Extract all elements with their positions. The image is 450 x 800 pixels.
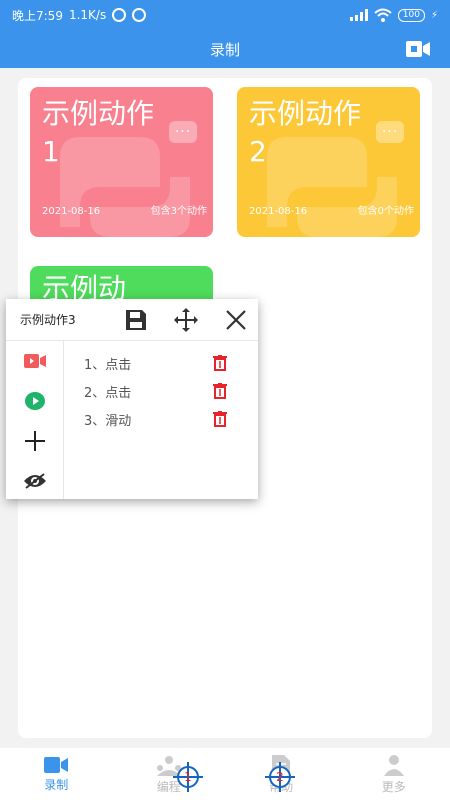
trash-icon	[213, 355, 227, 371]
step-item[interactable]: 1、点击	[64, 349, 258, 377]
panel-header: 示例动作3	[6, 299, 258, 341]
tab-help[interactable]: 帮助 2	[225, 748, 338, 800]
delete-step-button[interactable]	[210, 353, 230, 373]
card-title: 示例动作2	[249, 97, 362, 168]
tab-record[interactable]: 录制	[0, 748, 113, 800]
record-button[interactable]	[6, 341, 64, 381]
status-left: 晚上7:59 1.1K/s	[12, 7, 147, 24]
status-speed: 1.1K/s	[68, 8, 107, 22]
eye-hidden-icon	[24, 473, 46, 489]
status-time: 晚上7:59	[12, 8, 63, 23]
move-button[interactable]	[172, 306, 200, 334]
record-video-button[interactable]	[404, 37, 432, 61]
trash-icon	[213, 383, 227, 399]
add-step-button[interactable]	[6, 421, 64, 461]
record-video-icon	[24, 354, 46, 368]
play-button[interactable]	[6, 381, 64, 421]
alarm-icon	[112, 8, 127, 22]
bottom-tab-bar: 录制 编程 1 帮助 2 更多	[0, 748, 450, 800]
more-options-button[interactable]: ···	[376, 121, 404, 143]
play-icon	[25, 392, 45, 410]
tab-more[interactable]: 更多	[338, 748, 450, 800]
action-card-2[interactable]: 示例动作2 ··· 2021-08-16 包含0个动作	[237, 87, 420, 237]
crosshair-badge-icon: 2	[265, 762, 295, 792]
step-label: 3、滑动	[84, 413, 132, 429]
card-action-count: 包含3个动作	[150, 206, 207, 217]
status-bar: 晚上7:59 1.1K/s 100 ⚡	[0, 0, 450, 30]
delete-step-button[interactable]	[210, 409, 230, 429]
recording-panel: 示例动作3 1、点击 2、点击 3、滑动	[6, 299, 258, 499]
battery-icon: 100	[397, 8, 425, 22]
trash-icon	[213, 411, 227, 427]
save-icon	[126, 309, 146, 330]
panel-title: 示例动作3	[20, 313, 76, 327]
delete-step-button[interactable]	[210, 381, 230, 401]
more-options-button[interactable]: ···	[169, 121, 197, 143]
step-label: 2、点击	[84, 385, 132, 401]
status-right: 100 ⚡	[349, 8, 438, 22]
move-icon	[174, 307, 198, 332]
charging-icon: ⚡	[430, 9, 438, 21]
app-notification-icon	[132, 8, 147, 22]
toggle-visibility-button[interactable]	[6, 461, 64, 501]
wifi-icon	[374, 8, 392, 22]
tab-label: 录制	[44, 777, 69, 792]
step-label: 1、点击	[84, 357, 132, 373]
card-date: 2021-08-16	[249, 206, 308, 217]
tab-programming[interactable]: 编程 1	[113, 748, 226, 800]
card-action-count: 包含0个动作	[357, 206, 414, 217]
app-bar: 录制	[0, 30, 450, 68]
plus-icon	[25, 431, 45, 451]
steps-list: 1、点击 2、点击 3、滑动	[64, 349, 258, 433]
tab-label: 更多	[381, 779, 406, 794]
step-item[interactable]: 2、点击	[64, 377, 258, 405]
signal-icon	[349, 9, 368, 21]
card-date: 2021-08-16	[42, 206, 101, 217]
action-card-1[interactable]: 示例动作1 ··· 2021-08-16 包含3个动作	[30, 87, 213, 237]
panel-sidebar	[6, 341, 64, 499]
badge-number: 2	[276, 770, 284, 784]
step-item[interactable]: 3、滑动	[64, 405, 258, 433]
badge-number: 1	[184, 770, 192, 784]
person-icon	[383, 754, 404, 776]
crosshair-badge-icon: 1	[172, 762, 203, 792]
card-title: 示例动作1	[42, 97, 155, 168]
page-title: 录制	[209, 40, 240, 59]
close-button[interactable]	[222, 306, 250, 334]
video-camera-icon	[406, 41, 430, 57]
save-button[interactable]	[122, 306, 150, 334]
video-camera-icon	[44, 756, 69, 773]
close-icon	[226, 309, 246, 330]
